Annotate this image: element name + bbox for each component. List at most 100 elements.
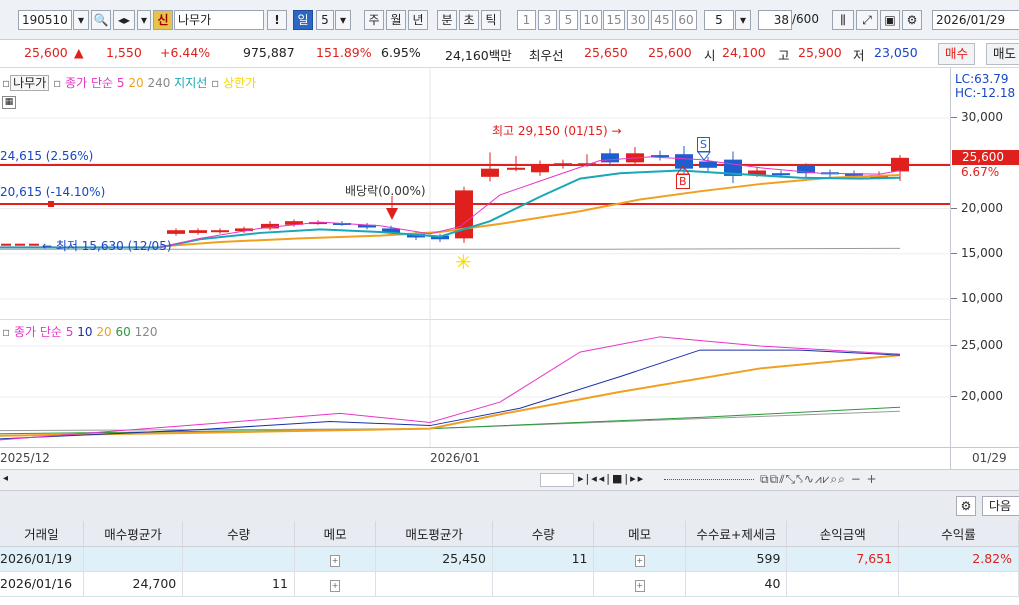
trade-amount: 24,160백만 [445,48,512,63]
col-header-7[interactable]: 수수료+제세금 [685,521,788,547]
period-minute-button[interactable]: 분 [437,10,457,30]
col-header-8[interactable]: 손익금액 [786,521,900,547]
col-header-3[interactable]: 메모 [294,521,377,547]
search-icon[interactable]: 🔍 [91,10,111,30]
memo-icon[interactable]: + [634,554,645,567]
memo-icon[interactable]: + [330,579,341,592]
compare-icon[interactable]: ⤢ [856,10,878,30]
table-cell [83,546,184,572]
turnover: 6.95% [381,45,421,60]
chart-scrollbar[interactable]: ◂ ▸|◂◂|■|▸▸ ⧉⧉⫽⤡⤣∿⩘⩗⌕⌕ − + [0,469,1019,491]
high-annotation: 최고 29,150 (01/15) → [492,124,622,138]
save-icon[interactable]: ▣ [880,10,900,30]
axis-tick-20000: 20,000 [951,201,1003,215]
zoom-slider[interactable] [664,479,754,480]
trade-table-toolbar: ⚙ 다음 [0,491,1019,521]
interval-button-3[interactable]: 3 [538,10,557,30]
current-price: 25,600 [24,45,68,60]
table-row[interactable]: 2026/01/16 24,700 11 + +40 [0,571,1019,597]
low-annotation: ← 최저 15,630 (12/05) [42,239,172,253]
trade-history-table: 거래일 매수평균가 수량 메모 매도평균가 수량 메모 수수료+제세금 손익금액 수익률 2026… [0,521,1019,597]
ma-chart[interactable]: ▫ 종가 단순 5 10 20 60 120 [0,320,1019,447]
price-chart-canvas[interactable]: ✳ [0,68,950,320]
interval-dropdown-icon[interactable]: ▾ [735,10,751,30]
dropdown-icon[interactable]: ▾ [137,10,151,30]
period-day-button[interactable]: 일 [293,10,313,30]
data-count-input[interactable]: 38 [758,10,792,30]
settings-icon[interactable]: ⚙ [902,10,922,30]
playback-controls[interactable]: ▸|◂◂|■|▸▸ [578,472,645,485]
axis-tick-10000: 10,000 [951,291,1003,305]
interval-input[interactable]: 5 [704,10,734,30]
price-chart[interactable]: ✳ ▫ 나무가 ▫ 종가 단순 5 20 240 지지선 ▫ 상한가 ▦ 24,6… [0,68,1019,320]
interval-button-15[interactable]: 15 [603,10,625,30]
code-dropdown-icon[interactable]: ▾ [73,10,89,30]
table-cell [898,571,1019,597]
scroll-left-icon[interactable]: ◂ [3,473,8,484]
low-price: 23,050 [874,45,918,60]
ma20-line-b [0,354,901,437]
quote-bar: 25,600 ▲ 1,550 +6.44% 975,887 151.89% 6.… [0,40,1019,68]
table-cell [182,546,295,572]
next-button[interactable]: 다음 [982,496,1019,516]
legend-stock-name[interactable]: 나무가 [10,75,50,91]
candle [891,157,909,172]
candle [189,230,207,233]
period-week-button[interactable]: 주 [364,10,384,30]
buy-button[interactable]: 매수 [938,43,976,65]
period-year-button[interactable]: 년 [408,10,428,30]
table-cell: + [593,571,686,597]
col-header-0[interactable]: 거래일 [0,521,84,547]
col-header-2[interactable]: 수량 [182,521,295,547]
col-header-5[interactable]: 수량 [492,521,595,547]
period-tick-button[interactable]: 틱 [481,10,501,30]
table-cell: 2026/01/19 [0,546,84,572]
table-row[interactable]: 2026/01/19 +25,450 11 +599 7,651 2.82% [0,546,1019,572]
period-second-button[interactable]: 초 [459,10,479,30]
scroll-thumb[interactable] [540,473,574,487]
interval-button-60[interactable]: 60 [675,10,697,30]
indicator-icon[interactable]: ⫼ [832,10,854,30]
price-legend: ▫ 나무가 ▫ 종가 단순 5 20 240 지지선 ▫ 상한가 [2,75,257,91]
legend-ma240: 240 [147,76,171,90]
current-pct-tag: 6.67% [961,165,1000,179]
interval-button-1[interactable]: 1 [517,10,536,30]
col-header-4[interactable]: 매도평균가 [375,521,493,547]
high-label: 고 [778,48,790,63]
sell-marker[interactable]: S [697,137,710,152]
sell-button[interactable]: 매도 [986,43,1019,65]
table-cell: 25,450 [375,546,493,572]
table-cell [492,571,595,597]
period-value[interactable]: 5 [316,10,334,30]
memo-icon[interactable]: + [634,579,645,592]
table-cell: + [593,546,686,572]
period-month-button[interactable]: 월 [386,10,406,30]
volume-ratio: 151.89% [316,45,372,60]
interval-button-30[interactable]: 30 [627,10,649,30]
grid-icon[interactable]: ▦ [2,96,16,109]
prev-stock-icon[interactable]: ◂▸ [113,10,135,30]
stock-code-input[interactable]: 190510 [18,10,72,30]
col-header-9[interactable]: 수익률 [898,521,1019,547]
change-percent: +6.44% [160,45,211,60]
x-label-right: 01/29 [972,451,1007,465]
alert-icon[interactable]: ! [267,10,287,30]
legend-upper-limit: 상한가 [223,76,257,90]
candle [211,230,229,233]
legend-ma20-b: 20 [96,325,112,339]
col-header-6[interactable]: 메모 [593,521,686,547]
buy-marker[interactable]: B [676,174,690,189]
interval-button-45[interactable]: 45 [651,10,673,30]
interval-button-10[interactable]: 10 [580,10,602,30]
interval-button-5[interactable]: 5 [559,10,578,30]
period-dropdown-icon[interactable]: ▾ [335,10,351,30]
settings-gear-icon[interactable]: ⚙ [956,496,976,516]
col-header-1[interactable]: 매수평균가 [83,521,184,547]
drawing-tools-icon[interactable]: ⧉⧉⫽⤡⤣∿⩘⩗⌕⌕ − + [760,472,878,487]
date-input[interactable]: 2026/01/29 [932,10,1019,30]
legend-ma60: 60 [115,325,131,339]
candle [772,173,790,176]
table-cell: 7,651 [786,546,900,572]
candle [601,153,619,163]
memo-icon[interactable]: + [330,554,341,567]
